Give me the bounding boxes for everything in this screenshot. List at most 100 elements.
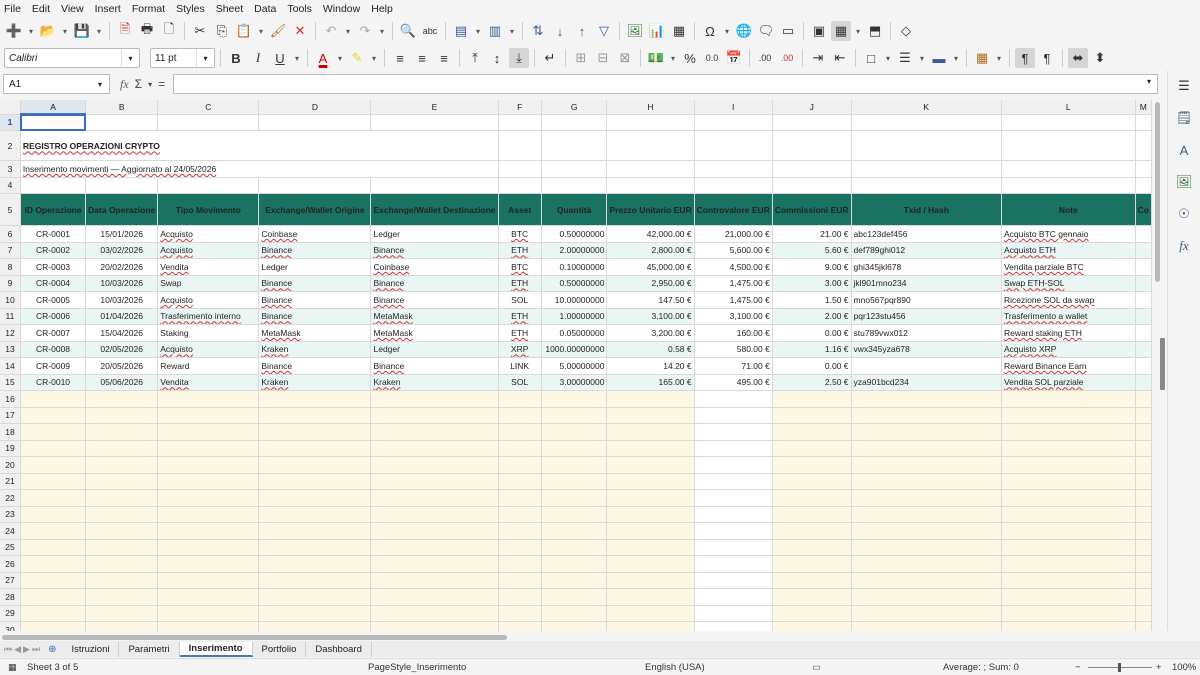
grid-cell[interactable] <box>258 390 372 408</box>
align-middle-icon[interactable]: ↕ <box>487 48 507 68</box>
grid-cell[interactable] <box>606 440 695 457</box>
grid-cell[interactable] <box>606 539 695 556</box>
data-cell[interactable] <box>1135 242 1152 259</box>
grid-cell[interactable] <box>157 605 260 622</box>
data-cell[interactable]: 160.00 € <box>694 324 773 342</box>
grid-cell[interactable] <box>694 588 773 606</box>
grid-cell[interactable] <box>772 588 852 606</box>
grid-cell[interactable] <box>772 130 852 161</box>
grid-cell[interactable] <box>157 489 260 507</box>
define-print-area-icon[interactable]: ▣ <box>809 21 829 41</box>
data-cell[interactable]: Acquisto <box>157 291 260 309</box>
add-decimal-button[interactable]: .00 <box>755 48 775 68</box>
grid-cell[interactable] <box>606 489 695 507</box>
data-cell[interactable]: Binance <box>258 308 372 325</box>
grid-cell[interactable] <box>606 572 695 589</box>
grid-cell[interactable] <box>694 539 773 556</box>
freeze-rows-columns-icon[interactable]: ▦ <box>831 21 851 41</box>
hyperlink-icon[interactable]: 🌐 <box>734 21 754 41</box>
column-header-d[interactable]: D <box>258 100 372 115</box>
row-header[interactable]: 20 <box>0 456 21 474</box>
grid-cell[interactable] <box>498 160 542 178</box>
tab-inserimento[interactable]: Inserimento <box>179 641 253 657</box>
chevron-down-icon[interactable]: ▾ <box>60 21 70 41</box>
grid-cell[interactable] <box>1135 160 1152 178</box>
wrap-text-icon[interactable]: ↵ <box>540 48 560 68</box>
data-cell[interactable]: CR-0005 <box>20 291 87 309</box>
copy-icon[interactable]: ⎘ <box>212 21 232 41</box>
grid-cell[interactable] <box>370 423 499 441</box>
data-cell[interactable]: 2.00000000 <box>541 242 608 259</box>
row-header[interactable]: 19 <box>0 440 21 457</box>
grid-cell[interactable] <box>541 473 608 490</box>
clear-formatting-icon[interactable]: ✕ <box>290 21 310 41</box>
column-header-k[interactable]: K <box>851 100 1002 115</box>
column-label[interactable]: Co <box>1135 193 1152 226</box>
data-cell[interactable]: 9.00 € <box>772 258 852 276</box>
row-header[interactable]: 27 <box>0 572 21 589</box>
grid-cell[interactable] <box>772 522 852 540</box>
new-document-icon[interactable]: ➕ <box>4 21 24 41</box>
grid-cell[interactable] <box>694 489 773 507</box>
grid-cell[interactable] <box>1135 114 1152 131</box>
data-cell[interactable]: CR-0004 <box>20 275 87 292</box>
grid-cell[interactable] <box>1135 621 1152 631</box>
expand-formula-bar-icon[interactable]: ▾ <box>1147 77 1151 86</box>
grid-cell[interactable] <box>606 423 695 441</box>
chevron-down-icon[interactable]: ▾ <box>853 21 863 41</box>
data-cell[interactable]: BTC <box>498 258 542 276</box>
last-sheet-icon[interactable]: ⏭ <box>32 644 40 655</box>
grid-cell[interactable] <box>1135 440 1152 457</box>
grid-cell[interactable] <box>694 130 773 161</box>
grid-cell[interactable] <box>541 522 608 540</box>
grid-cell[interactable] <box>772 621 852 631</box>
grid-cell[interactable] <box>157 423 260 441</box>
grid-cell[interactable] <box>157 588 260 606</box>
grid-cell[interactable] <box>85 572 159 589</box>
grid-cell[interactable] <box>541 555 608 573</box>
grid-cell[interactable] <box>772 506 852 523</box>
grid-cell[interactable] <box>370 522 499 540</box>
grid-cell[interactable] <box>258 506 372 523</box>
data-cell[interactable]: 4,500.00 € <box>694 258 773 276</box>
grid-cell[interactable] <box>1135 130 1152 161</box>
data-cell[interactable]: CR-0010 <box>20 374 87 391</box>
grid-cell[interactable] <box>694 160 773 178</box>
row-header[interactable]: 30 <box>0 621 21 631</box>
chevron-down-icon[interactable]: ▾ <box>473 21 483 41</box>
grid-cell[interactable] <box>541 390 608 408</box>
align-left-icon[interactable]: ≡ <box>390 48 410 68</box>
data-cell[interactable]: 15/04/2026 <box>85 324 159 342</box>
open-folder-icon[interactable]: 📂 <box>38 21 58 41</box>
grid-cell[interactable] <box>258 456 372 474</box>
grid-cell[interactable] <box>20 440 87 457</box>
grid-cell[interactable] <box>606 588 695 606</box>
grid-cell[interactable] <box>606 160 695 178</box>
chevron-down-icon[interactable]: ▾ <box>369 48 379 68</box>
grid-cell[interactable] <box>1001 572 1136 589</box>
grid-cell[interactable] <box>370 489 499 507</box>
horizontal-scroll-thumb[interactable] <box>2 635 507 640</box>
gallery-icon[interactable]: 🖼 <box>1175 173 1193 191</box>
data-cell[interactable]: 3,100.00 € <box>606 308 695 325</box>
data-cell[interactable]: 1.16 € <box>772 341 852 358</box>
chevron-down-icon[interactable]: ▾ <box>148 80 152 89</box>
active-cell-a1[interactable] <box>20 114 87 131</box>
row-header[interactable]: 21 <box>0 473 21 490</box>
data-cell[interactable]: Coinbase <box>258 225 372 243</box>
prev-sheet-icon[interactable]: ◀ <box>14 644 21 655</box>
grid-cell[interactable] <box>851 473 1002 490</box>
row-icon[interactable]: ▤ <box>451 21 471 41</box>
grid-cell[interactable] <box>157 522 260 540</box>
show-draw-functions-icon[interactable]: ◇ <box>896 21 916 41</box>
percent-format-button[interactable]: % <box>680 48 700 68</box>
row-header[interactable]: 28 <box>0 588 21 606</box>
data-cell[interactable]: 5.60 € <box>772 242 852 259</box>
sum-summary[interactable]: Average: ; Sum: 0 <box>943 662 1019 673</box>
grid-cell[interactable] <box>851 456 1002 474</box>
grid-cell[interactable] <box>1001 114 1136 131</box>
grid-cell[interactable] <box>541 130 608 161</box>
grid-cell[interactable] <box>258 177 372 194</box>
menu-file[interactable]: File <box>4 3 21 15</box>
grid-cell[interactable] <box>1135 522 1152 540</box>
